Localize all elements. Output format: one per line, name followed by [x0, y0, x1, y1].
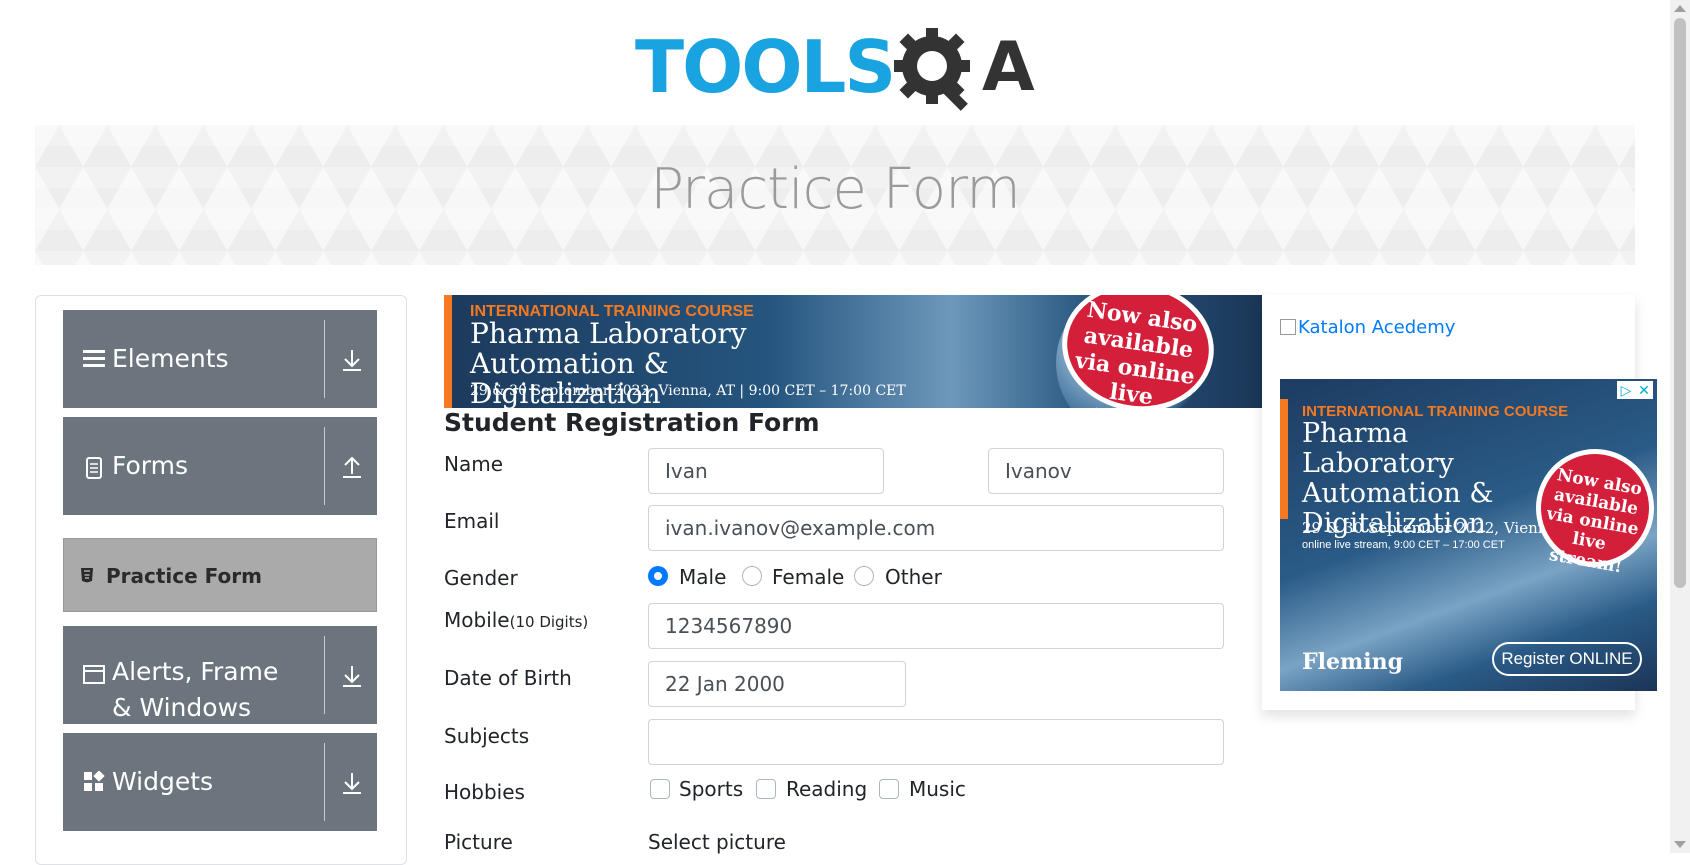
select-picture-label[interactable]: Select picture	[648, 830, 786, 854]
ad-accent-bar	[1280, 399, 1288, 519]
divider	[324, 636, 325, 714]
ad-controls: ▷ ✕	[1617, 381, 1653, 399]
gender-radio-male[interactable]	[648, 566, 668, 586]
katalon-link-text: Katalon Acedemy	[1298, 317, 1456, 338]
scrollbar-thumb[interactable]	[1674, 18, 1686, 588]
logo-suffix: A	[982, 28, 1035, 107]
sidebar-item-practice-form[interactable]: Practice Form	[63, 538, 377, 612]
ad-date: 29 & 30 September 2022, Vienna, AT | 9:0…	[470, 383, 906, 399]
window-icon	[83, 665, 105, 684]
sidebar-item-label: Practice Form	[106, 564, 262, 588]
hobby-label-music[interactable]: Music	[909, 778, 966, 800]
logo-text: TOOLS	[635, 25, 896, 109]
email-input[interactable]: ivan.ivanov@example.com	[648, 505, 1224, 551]
broken-image-icon	[1280, 319, 1296, 335]
katalon-academy-link[interactable]: Katalon Acedemy	[1280, 317, 1455, 338]
hobby-checkbox-music[interactable]	[879, 779, 899, 799]
divider	[324, 427, 325, 505]
dob-label: Date of Birth	[444, 666, 572, 690]
picture-label: Picture	[444, 830, 513, 854]
register-online-button[interactable]: Register ONLINE	[1492, 642, 1642, 676]
mobile-label-text: Mobile	[444, 608, 510, 632]
form-title: Student Registration Form	[444, 408, 820, 437]
ad-brand: Fleming	[1302, 649, 1403, 675]
ad-time: online live stream, 9:00 CET – 17:00 CET	[1302, 539, 1505, 551]
html5-icon	[81, 568, 93, 583]
sidebar-group-label: Widgets	[112, 767, 214, 796]
gender-label-other[interactable]: Other	[885, 566, 942, 588]
arrow-down-icon[interactable]	[339, 770, 365, 796]
mobile-input[interactable]: 1234567890	[648, 603, 1224, 649]
toolsqa-logo[interactable]: TOOLS A	[635, 22, 1040, 112]
gender-radio-female[interactable]	[742, 566, 762, 586]
gender-label-male[interactable]: Male	[679, 566, 726, 588]
sidebar-group-label: Forms	[112, 451, 189, 480]
gender-label-female[interactable]: Female	[772, 566, 844, 588]
gear-magnifier-icon: A	[894, 28, 1035, 111]
ad-banner-right[interactable]: INTERNATIONAL TRAINING COURSE Pharma Lab…	[1280, 379, 1657, 691]
sidebar-group-label: Alerts, Frame & Windows	[112, 657, 279, 722]
arrow-down-icon[interactable]	[339, 347, 365, 373]
left-sidebar: Elements Forms Practice Form Alerts, Fra…	[35, 295, 407, 865]
hamburger-icon	[83, 350, 105, 367]
sidebar-group-widgets[interactable]: Widgets	[63, 733, 377, 831]
dob-input[interactable]: 22 Jan 2000	[648, 661, 906, 707]
subjects-label: Subjects	[444, 724, 530, 748]
sidebar-group-elements[interactable]: Elements	[63, 310, 377, 408]
document-icon	[86, 457, 102, 479]
scroll-up-icon[interactable]	[1674, 5, 1686, 12]
page-banner: Practice Form	[35, 125, 1635, 265]
hobby-label-sports[interactable]: Sports	[679, 778, 743, 800]
sidebar-group-forms[interactable]: Forms	[63, 417, 377, 515]
hobbies-label: Hobbies	[444, 780, 525, 804]
gender-radio-other[interactable]	[854, 566, 874, 586]
hobby-checkbox-sports[interactable]	[650, 779, 670, 799]
last-name-input[interactable]: Ivanov	[988, 448, 1224, 494]
first-name-input[interactable]: Ivan	[648, 448, 884, 494]
arrow-up-icon[interactable]	[339, 454, 365, 480]
arrow-down-icon[interactable]	[339, 663, 365, 689]
divider	[324, 743, 325, 821]
scroll-down-icon[interactable]	[1674, 841, 1686, 848]
ad-accent-bar	[444, 295, 452, 408]
ad-info-icon[interactable]: ▷	[1617, 381, 1635, 399]
page-scrollbar[interactable]	[1670, 0, 1690, 853]
email-label: Email	[444, 509, 500, 533]
divider	[324, 320, 325, 398]
subjects-input[interactable]	[648, 719, 1224, 765]
sidebar-group-alerts[interactable]: Alerts, Frame & Windows	[63, 626, 377, 724]
hobby-label-reading[interactable]: Reading	[786, 778, 867, 800]
sidebar-group-label: Elements	[112, 344, 229, 373]
widgets-icon	[84, 771, 105, 791]
gender-label: Gender	[444, 566, 518, 590]
page-title: Practice Form	[650, 157, 1021, 222]
mobile-hint: (10 Digits)	[509, 613, 589, 631]
hobby-checkbox-reading[interactable]	[756, 779, 776, 799]
name-label: Name	[444, 452, 504, 476]
mobile-label: Mobile(10 Digits)	[444, 608, 588, 632]
ad-banner-top[interactable]: INTERNATIONAL TRAINING COURSE Pharma Lab…	[444, 295, 1262, 408]
right-ad-column: Katalon Acedemy INTERNATIONAL TRAINING C…	[1262, 295, 1657, 710]
ad-close-icon[interactable]: ✕	[1635, 381, 1653, 399]
